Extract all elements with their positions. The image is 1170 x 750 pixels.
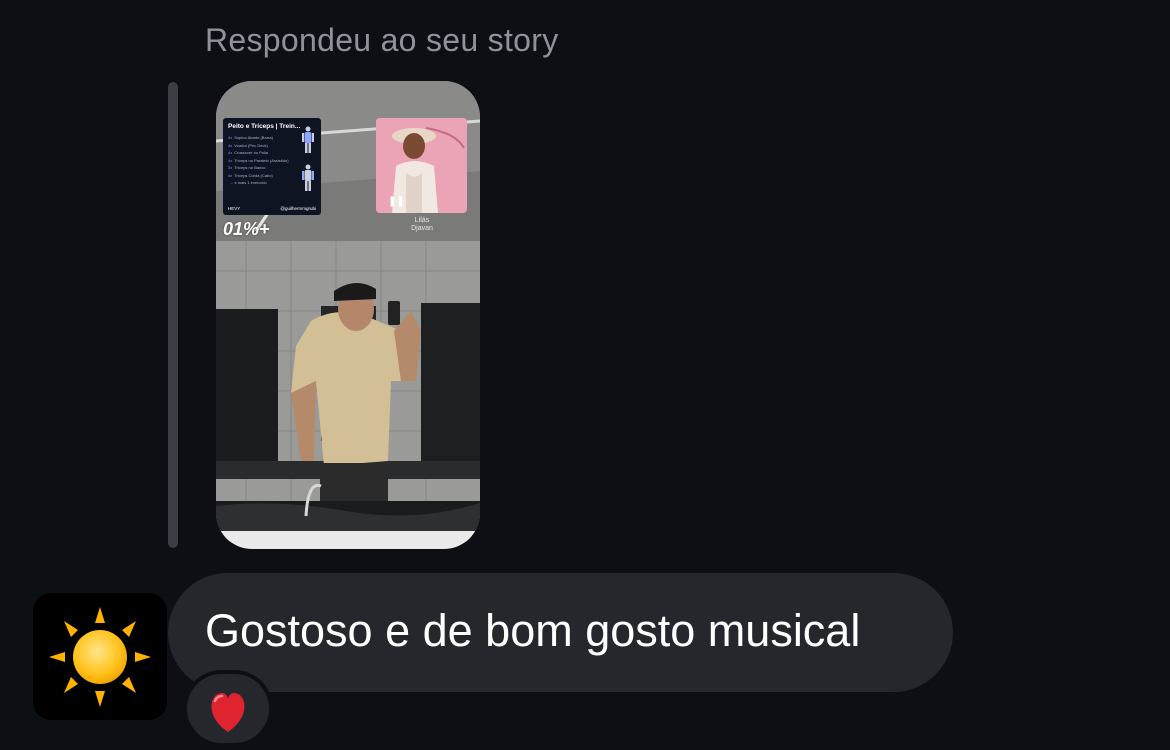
- workout-handle: @guilhermmgrubi: [280, 206, 316, 211]
- workout-sticker: Peito e Tríceps | Trein... 4x Supino Abar…: [223, 118, 321, 215]
- quote-bar: [168, 82, 178, 548]
- message-bubble[interactable]: Gostoso e de bom gosto musical: [168, 573, 953, 692]
- song-artist: Djavan: [411, 225, 433, 232]
- music-sticker[interactable]: ❚❚: [376, 118, 467, 213]
- song-title: Lilás: [414, 217, 430, 224]
- sun-icon: [49, 607, 151, 707]
- sender-avatar[interactable]: [33, 593, 167, 720]
- workout-exercise: 4x Tríceps no Paralelo (Assistido): [228, 157, 289, 163]
- story-preview[interactable]: Peito e Tríceps | Trein... 4x Supino Abar…: [216, 81, 480, 549]
- body-front-icon: [302, 126, 314, 153]
- dm-thread: Respondeu ao seu story Peito e Tríceps |…: [0, 0, 1170, 750]
- body-back-icon: [302, 164, 314, 191]
- story-reply-label: Respondeu ao seu story: [205, 22, 559, 58]
- reaction-badge[interactable]: [183, 670, 273, 747]
- workout-footer: HEVY @guilhermmgrubi: [228, 206, 316, 211]
- message-text: Gostoso e de bom gosto musical: [205, 605, 861, 656]
- hevy-logo: HEVY: [228, 206, 241, 211]
- music-caption: Lilás Djavan: [386, 217, 458, 233]
- percent-sticker: 01%+: [223, 219, 270, 239]
- heart-icon: [211, 692, 245, 732]
- pause-icon[interactable]: ❚❚: [388, 196, 405, 207]
